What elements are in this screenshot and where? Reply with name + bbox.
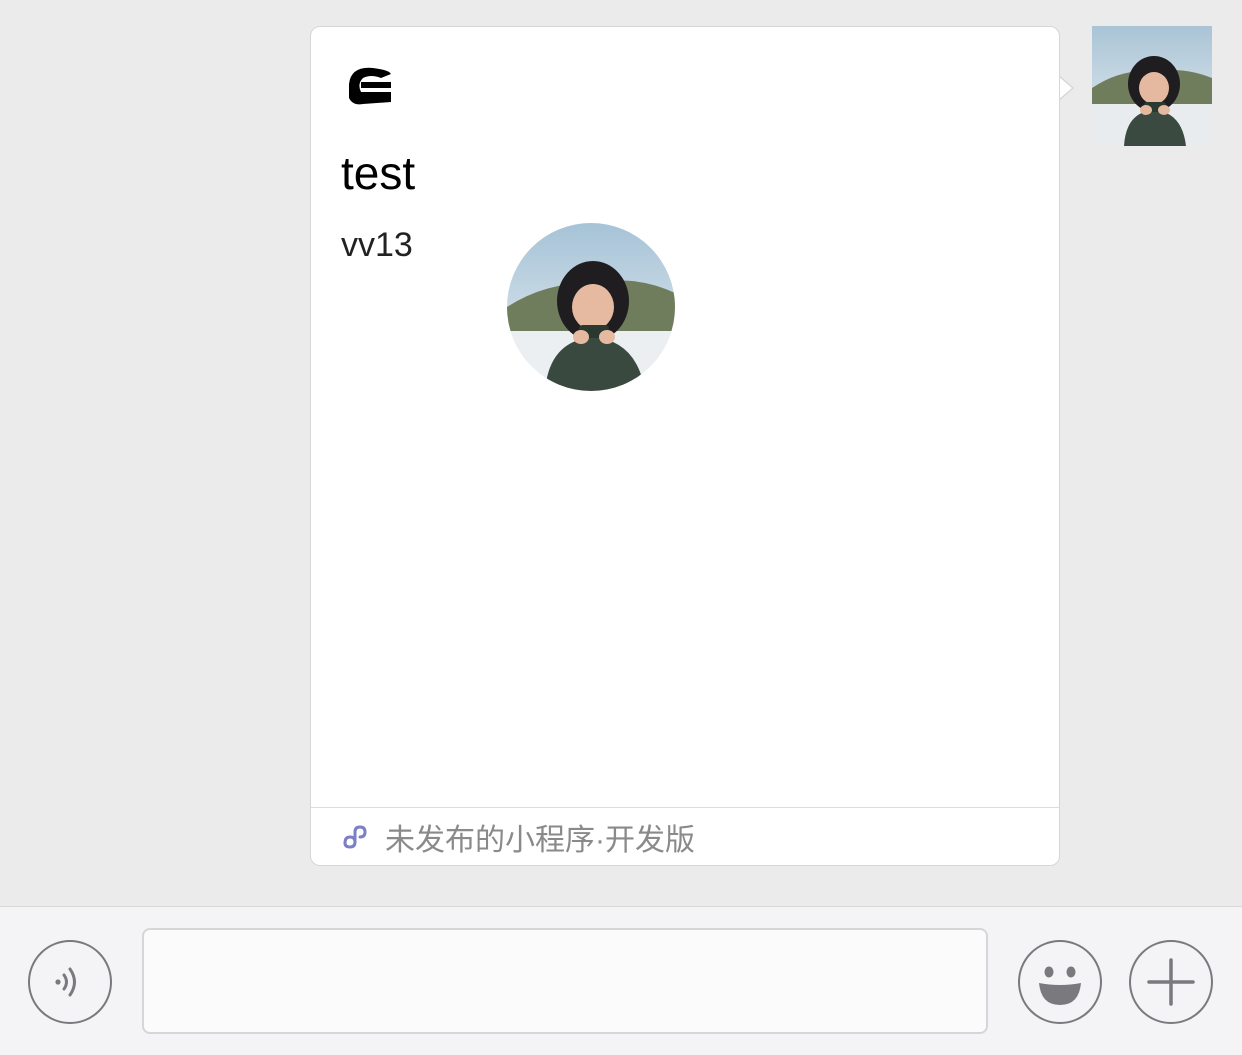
message-input[interactable]: [142, 928, 988, 1034]
plus-icon: [1147, 958, 1195, 1006]
footer-label: 未发布的小程序·开发版: [385, 823, 695, 857]
voice-icon: [55, 967, 76, 997]
bubble-arrow: [1058, 76, 1072, 100]
miniprogram-link-icon: [343, 824, 367, 849]
miniprogram-logo-icon: [341, 62, 395, 112]
sender-avatar[interactable]: [1092, 26, 1212, 146]
miniprogram-card[interactable]: test vv13 未发布的小程序·开发版: [310, 26, 1060, 866]
plus-button[interactable]: [1129, 940, 1213, 1024]
voice-button[interactable]: [28, 940, 112, 1024]
card-text: vv13: [341, 226, 413, 264]
card-footer: 未发布的小程序·开发版: [311, 807, 1059, 865]
chat-area: test vv13 未发布的小程序·开发版: [0, 0, 1242, 906]
input-bar: [0, 906, 1242, 1055]
child-photo-avatar-icon: [1092, 26, 1212, 146]
emoji-icon: [1039, 966, 1081, 1005]
emoji-button[interactable]: [1018, 940, 1102, 1024]
miniprogram-name-redacted: [415, 78, 555, 96]
child-photo-circle-icon: [507, 223, 675, 391]
card-header: [341, 61, 555, 113]
card-title: test: [341, 147, 416, 199]
